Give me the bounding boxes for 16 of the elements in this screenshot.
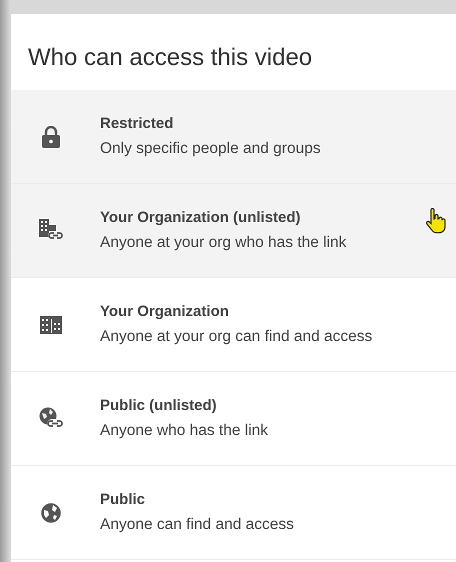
option-title: Restricted bbox=[100, 115, 174, 132]
option-title: Your Organization bbox=[100, 303, 230, 320]
option-title: Your Organization (unlisted) bbox=[100, 209, 302, 226]
option-description: Anyone who has the link bbox=[100, 422, 268, 440]
dialog-title: Who can access this video bbox=[27, 43, 314, 73]
building-icon bbox=[40, 316, 62, 334]
globe-icon bbox=[40, 502, 60, 522]
option-title: Public (unlisted) bbox=[100, 397, 218, 414]
option-description: Anyone can find and access bbox=[100, 516, 294, 534]
option-title: Public bbox=[100, 491, 146, 508]
access-option[interactable]: Your Organization (unlisted) Anyone at your org who has the link bbox=[11, 184, 456, 278]
access-option[interactable]: Restricted Only specific people and groups bbox=[11, 90, 456, 184]
option-description: Anyone at your org can find and access bbox=[100, 328, 372, 346]
option-description: Anyone at your org who has the link bbox=[100, 234, 346, 252]
lock-icon bbox=[42, 126, 60, 148]
option-description: Only specific people and groups bbox=[100, 140, 321, 158]
